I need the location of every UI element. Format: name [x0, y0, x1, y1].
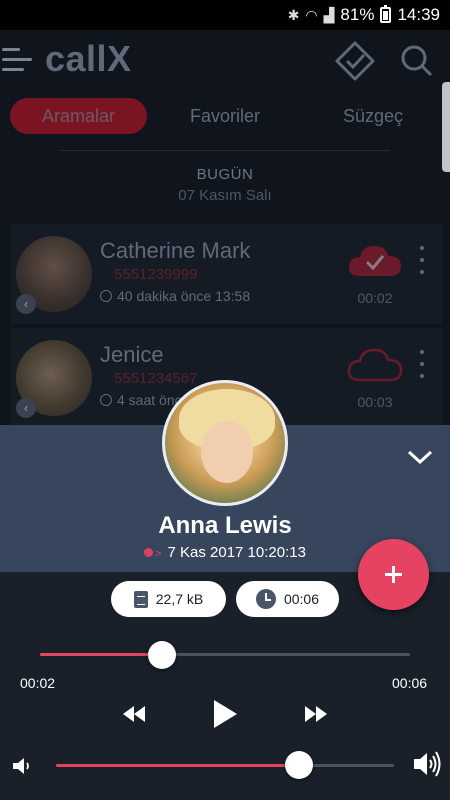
call-duration: 00:03	[357, 394, 393, 410]
add-button[interactable]	[358, 539, 429, 610]
player-contact-name: Anna Lewis	[158, 512, 292, 539]
rewind-icon[interactable]	[122, 705, 146, 723]
tab-bar: Aramalar Favoriler Süzgeç	[0, 98, 450, 134]
call-contact-name: Catherine Mark	[100, 238, 251, 263]
volume-thumb[interactable]	[285, 751, 314, 779]
cloud-outline-icon[interactable]	[346, 346, 404, 382]
call-contact-name: Jenice	[100, 342, 164, 367]
more-options-icon[interactable]	[416, 246, 428, 274]
call-list-screen: callX Aramalar Favoriler Süzgeç BUGÜN 07…	[0, 30, 450, 428]
progress-fill	[40, 653, 163, 656]
more-options-icon[interactable]	[416, 350, 428, 378]
clock-time: 14:39	[397, 5, 440, 24]
progress-thumb[interactable]	[148, 641, 177, 669]
length-value: 00:06	[283, 591, 320, 607]
bluetooth-icon: ✱	[287, 6, 300, 23]
tab-favoriler[interactable]: Favoriler	[170, 98, 280, 134]
recording-dot-icon	[144, 548, 154, 557]
divider	[60, 150, 390, 151]
cloud-check-icon[interactable]	[346, 242, 404, 278]
call-number: 5551234567	[114, 370, 198, 387]
incoming-icon: ‹	[16, 294, 36, 314]
volume-slider[interactable]	[56, 764, 394, 767]
tag-check-icon[interactable]	[334, 40, 376, 82]
contact-avatar	[162, 380, 288, 506]
volume-high-icon[interactable]	[412, 749, 442, 779]
date-label: BUGÜN	[196, 166, 254, 183]
volume-fill	[56, 764, 300, 767]
call-number: 5551239999	[114, 266, 198, 283]
date-value: 07 Kasım Salı	[178, 187, 272, 204]
app-title: callX	[45, 38, 132, 79]
tab-suzgec[interactable]: Süzgeç	[318, 98, 428, 134]
file-size-value: 22,7 kB	[155, 591, 204, 607]
search-icon[interactable]	[400, 44, 434, 78]
tab-aramalar[interactable]: Aramalar	[10, 98, 147, 134]
incoming-icon: ‹	[16, 398, 36, 418]
fast-forward-icon[interactable]	[304, 705, 328, 723]
battery-icon	[380, 5, 392, 23]
file-size-badge: 22,7 kB	[111, 581, 226, 617]
chevron-down-icon[interactable]	[406, 447, 434, 467]
current-time: 00:02	[20, 675, 56, 691]
outgoing-arrow-icon: >	[155, 548, 162, 560]
total-time: 00:06	[392, 675, 428, 691]
progress-slider[interactable]	[40, 653, 410, 656]
clock-icon	[100, 394, 112, 406]
status-bar: ✱ ◠ ▟ 81% 14:39	[0, 0, 450, 30]
app-bar: callX	[0, 30, 450, 92]
volume-low-icon[interactable]	[12, 756, 34, 776]
play-icon[interactable]	[212, 699, 238, 729]
clock-icon	[100, 290, 112, 302]
signal-icon: ▟	[323, 6, 335, 23]
menu-icon[interactable]	[2, 48, 36, 72]
battery-percent: 81%	[340, 5, 375, 24]
call-duration: 00:02	[357, 290, 393, 306]
wifi-icon: ◠	[305, 6, 318, 23]
length-badge: 00:06	[236, 581, 339, 617]
call-row[interactable]: ‹ Catherine Mark 5551239999 40 dakika ön…	[10, 224, 442, 324]
file-icon	[133, 590, 148, 608]
call-time-ago: 40 dakika önce 13:58	[100, 288, 250, 304]
clock-icon	[255, 589, 276, 609]
date-header: BUGÜN 07 Kasım Salı	[0, 166, 450, 204]
